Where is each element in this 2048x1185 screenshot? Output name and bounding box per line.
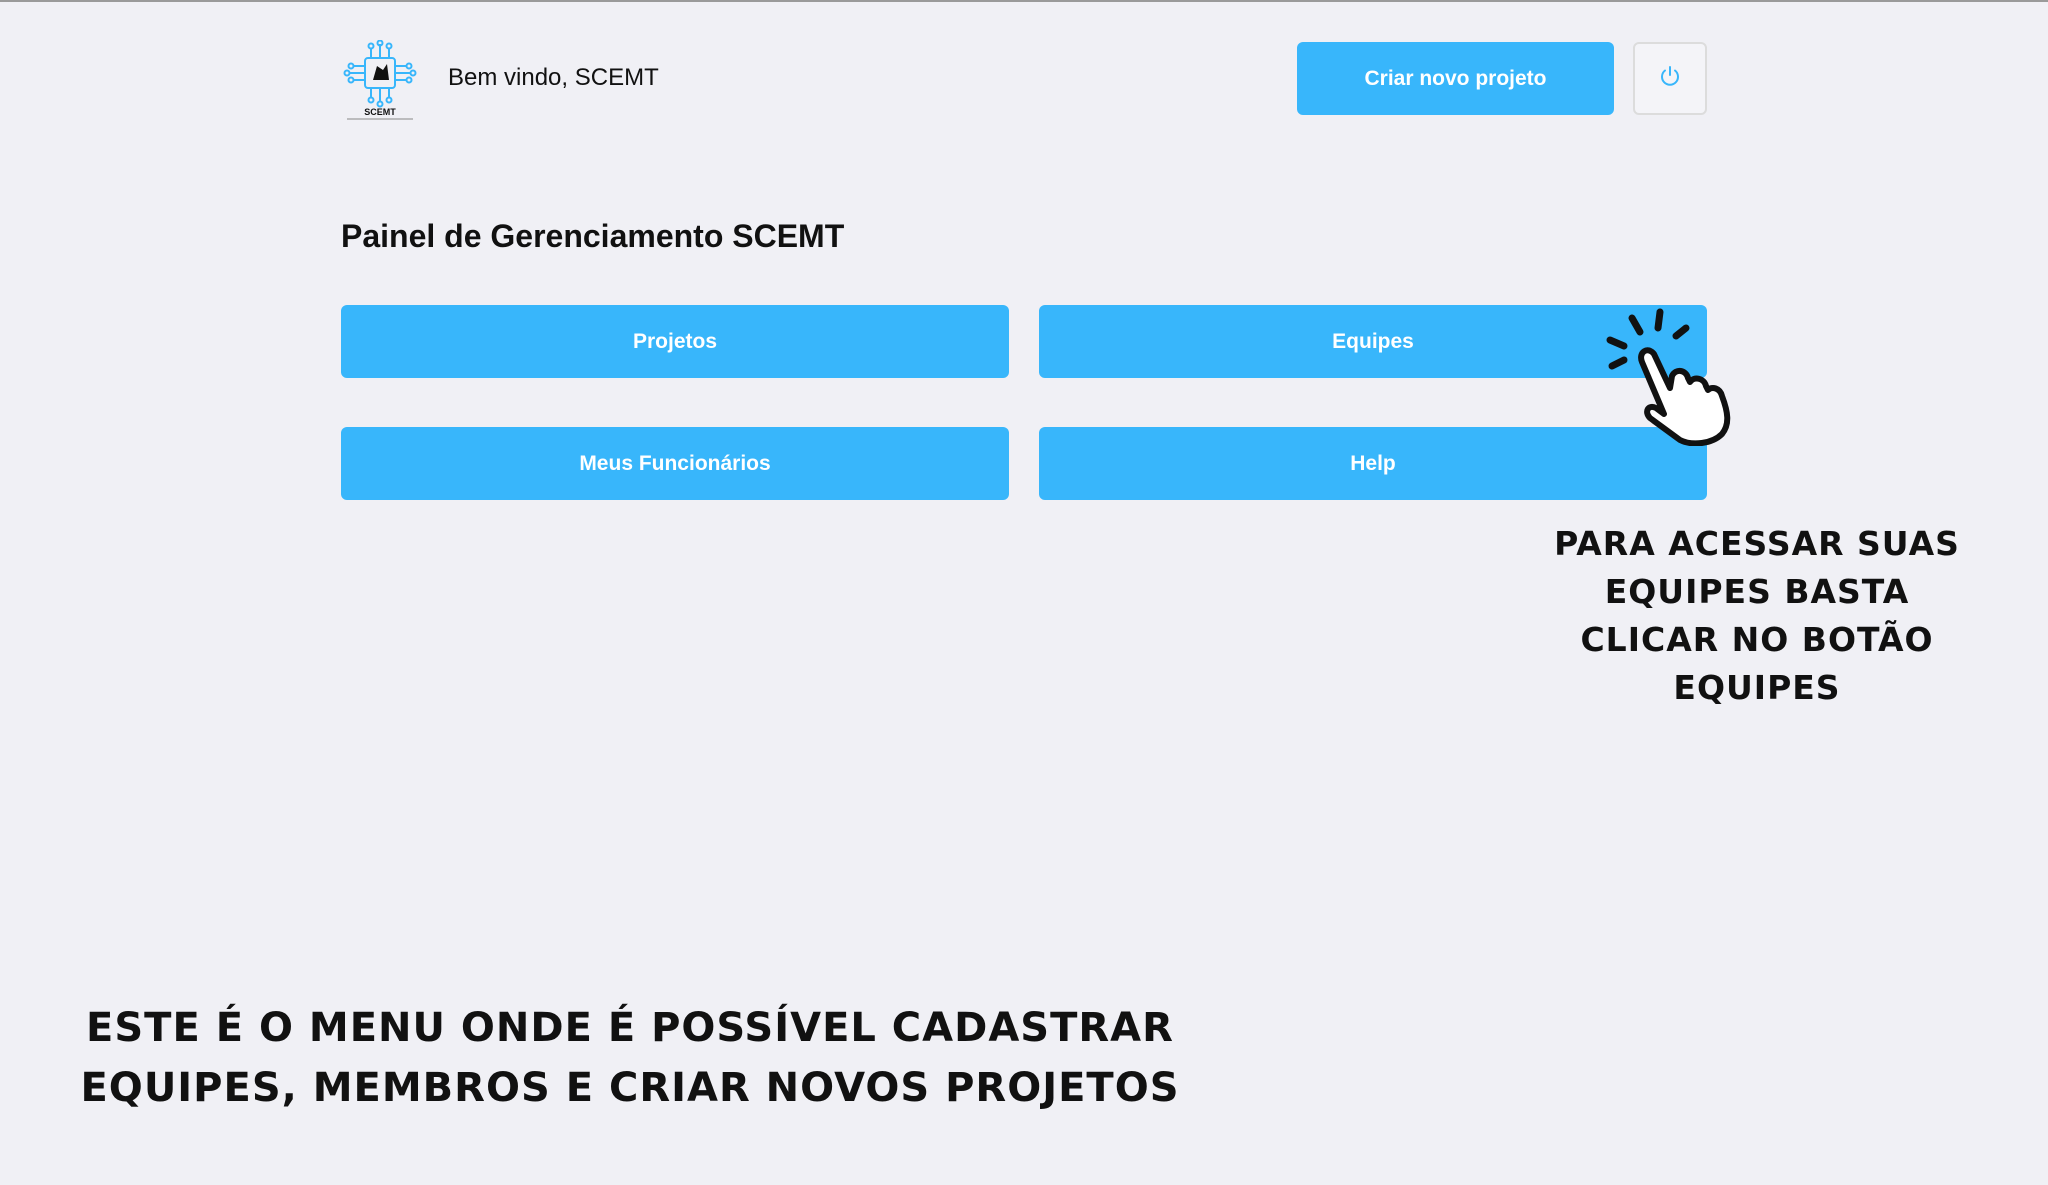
- scemt-logo: SCEMT: [341, 39, 419, 120]
- logo-text: SCEMT: [364, 107, 396, 117]
- top-divider: [0, 0, 2048, 2]
- logout-button[interactable]: [1633, 42, 1707, 115]
- create-project-button[interactable]: Criar novo projeto: [1297, 42, 1614, 115]
- menu-annotation: Este é o menu onde é possível cadastrar …: [80, 998, 1180, 1118]
- employees-button[interactable]: Meus Funcionários: [341, 427, 1009, 500]
- menu-annotation-line1: Este é o menu onde é possível cadastrar: [86, 1005, 1174, 1051]
- welcome-message: Bem vindo, SCEMT: [448, 64, 659, 91]
- menu-annotation-line2: equipes, membros e criar novos projetos: [80, 1065, 1180, 1111]
- page-title: Painel de Gerenciamento SCEMT: [341, 218, 845, 254]
- projects-button[interactable]: Projetos: [341, 305, 1009, 378]
- teams-annotation: Para acessar suas equipes basta clicar n…: [1554, 524, 1960, 707]
- power-icon: [1658, 64, 1682, 93]
- hand-pointer-icon: [1604, 306, 1744, 447]
- header: SCEMT Bem vindo, SCEMT Criar novo projet…: [341, 36, 1707, 122]
